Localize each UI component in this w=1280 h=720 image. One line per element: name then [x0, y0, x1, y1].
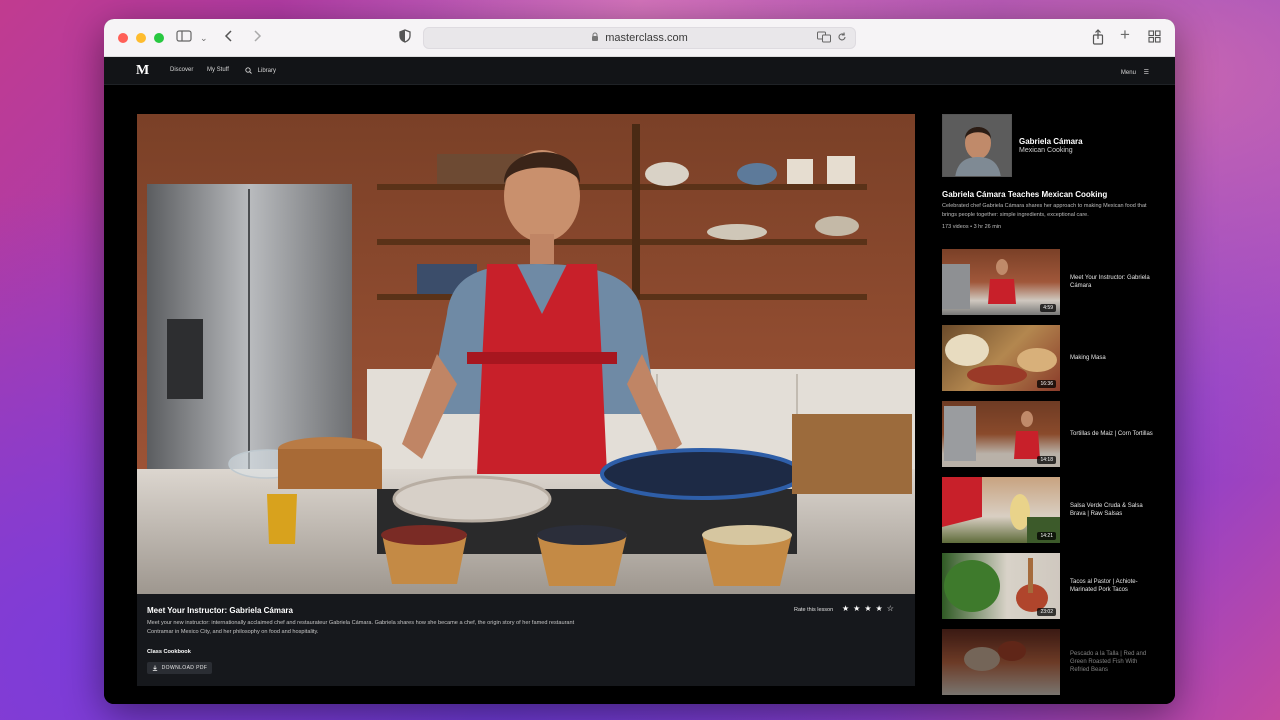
minimize-window-button[interactable]: [136, 33, 146, 43]
star-4[interactable]: ★: [876, 604, 883, 613]
nav-discover[interactable]: Discover: [170, 67, 193, 73]
url-text: masterclass.com: [605, 32, 688, 44]
site-navigation: M Discover My Stuff Library Menu ☰: [104, 57, 1175, 85]
lesson-thumbnail: [942, 629, 1060, 695]
lesson-info-panel: Meet Your Instructor: Gabriela Cámara Me…: [137, 594, 915, 686]
browser-toolbar: ⌄ masterclass.com +: [104, 19, 1175, 57]
video-player[interactable]: [137, 114, 915, 594]
class-title: Gabriela Cámara Teaches Mexican Cooking: [942, 190, 1108, 199]
nav-library[interactable]: Library: [245, 67, 276, 74]
chevron-down-icon[interactable]: ⌄: [200, 29, 208, 47]
lesson-item-title: Meet Your Instructor: Gabriela Cámara: [1070, 275, 1150, 289]
sidebar-toggle-icon[interactable]: [176, 29, 192, 47]
star-rating: ★ ★ ★ ★ ☆: [842, 604, 894, 613]
forward-arrow-icon[interactable]: [252, 29, 262, 47]
search-icon: [245, 67, 252, 74]
list-item[interactable]: 23:02 Tacos al Pastor | Achiote-Marinate…: [942, 553, 1162, 619]
menu-button[interactable]: Menu ☰: [1121, 69, 1149, 76]
lesson-item-title: Tacos al Pastor | Achiote-Marinated Pork…: [1070, 579, 1138, 593]
lesson-duration: 14:21: [1037, 532, 1056, 540]
lesson-duration: 4:59: [1040, 304, 1056, 312]
download-pdf-label: DOWNLOAD PDF: [161, 665, 208, 671]
download-icon: [152, 665, 157, 671]
lesson-duration: 14:18: [1037, 456, 1056, 464]
lesson-thumbnail: 16:36: [942, 325, 1060, 391]
star-1[interactable]: ★: [842, 604, 849, 613]
address-actions: [817, 31, 847, 46]
star-5[interactable]: ☆: [887, 604, 894, 613]
lesson-item-title: Tortillas de Maiz | Corn Tortillas: [1070, 431, 1153, 437]
translate-icon[interactable]: [817, 31, 831, 46]
lesson-item-title: Making Masa: [1070, 355, 1106, 361]
list-item[interactable]: 14:18 Tortillas de Maiz | Corn Tortillas: [942, 401, 1162, 467]
lesson-item-title: Salsa Verde Cruda & Salsa Brava | Raw Sa…: [1070, 503, 1143, 517]
lesson-description: Meet your new instructor: internationall…: [147, 620, 575, 635]
instructor-name: Gabriela Cámara: [1019, 137, 1083, 146]
download-pdf-button[interactable]: DOWNLOAD PDF: [147, 662, 212, 674]
rate-lesson-label: Rate this lesson: [794, 607, 834, 613]
window-controls: [118, 33, 164, 43]
reload-icon[interactable]: [837, 31, 847, 46]
menu-label: Menu: [1120, 70, 1136, 76]
lock-icon: [591, 32, 599, 44]
shield-icon[interactable]: [399, 29, 411, 47]
lesson-thumbnail: 14:21: [942, 477, 1060, 543]
list-item[interactable]: 16:36 Making Masa: [942, 325, 1162, 391]
lesson-duration: 23:02: [1037, 608, 1056, 616]
tab-overview-icon[interactable]: [1148, 29, 1161, 47]
hamburger-icon: ☰: [1143, 70, 1149, 76]
star-3[interactable]: ★: [864, 604, 871, 613]
class-cookbook-label: Class Cookbook: [147, 649, 191, 655]
instructor-subject: Mexican Cooking: [1019, 147, 1073, 154]
zoom-window-button[interactable]: [154, 33, 164, 43]
back-arrow-icon[interactable]: [224, 29, 234, 47]
browser-window: ⌄ masterclass.com + M Discover My Stuff …: [104, 19, 1175, 704]
close-window-button[interactable]: [118, 33, 128, 43]
lesson-thumbnail: 4:59: [942, 249, 1060, 315]
lesson-thumbnail: 14:18: [942, 401, 1060, 467]
list-item[interactable]: Pescado a la Talla | Red and Green Roast…: [942, 629, 1162, 695]
share-icon[interactable]: [1092, 29, 1104, 49]
class-description: Celebrated chef Gabriela Cámara shares h…: [942, 203, 1147, 218]
address-bar[interactable]: masterclass.com: [423, 27, 856, 49]
list-item[interactable]: 14:21 Salsa Verde Cruda & Salsa Brava | …: [942, 477, 1162, 543]
nav-my-stuff[interactable]: My Stuff: [207, 67, 229, 73]
lesson-title: Meet Your Instructor: Gabriela Cámara: [147, 606, 293, 615]
lesson-playlist: 4:59 Meet Your Instructor: Gabriela Cáma…: [942, 249, 1162, 704]
lesson-item-title: Pescado a la Talla | Red and Green Roast…: [1070, 651, 1147, 673]
lesson-thumbnail: 23:02: [942, 553, 1060, 619]
lesson-page: Meet Your Instructor: Gabriela Cámara Me…: [104, 86, 1175, 704]
video-frame-kitchen-scene: [137, 114, 915, 594]
instructor-card[interactable]: Gabriela Cámara Mexican Cooking: [942, 114, 1152, 178]
star-2[interactable]: ★: [853, 604, 860, 613]
nav-library-label: Library: [257, 68, 277, 75]
lesson-duration: 16:36: [1037, 380, 1056, 388]
class-meta: 173 videos • 3 hr 26 min: [942, 224, 1002, 230]
list-item[interactable]: 4:59 Meet Your Instructor: Gabriela Cáma…: [942, 249, 1162, 315]
new-tab-icon[interactable]: +: [1120, 26, 1130, 44]
masterclass-logo[interactable]: M: [136, 63, 149, 79]
instructor-avatar: [942, 114, 1012, 177]
